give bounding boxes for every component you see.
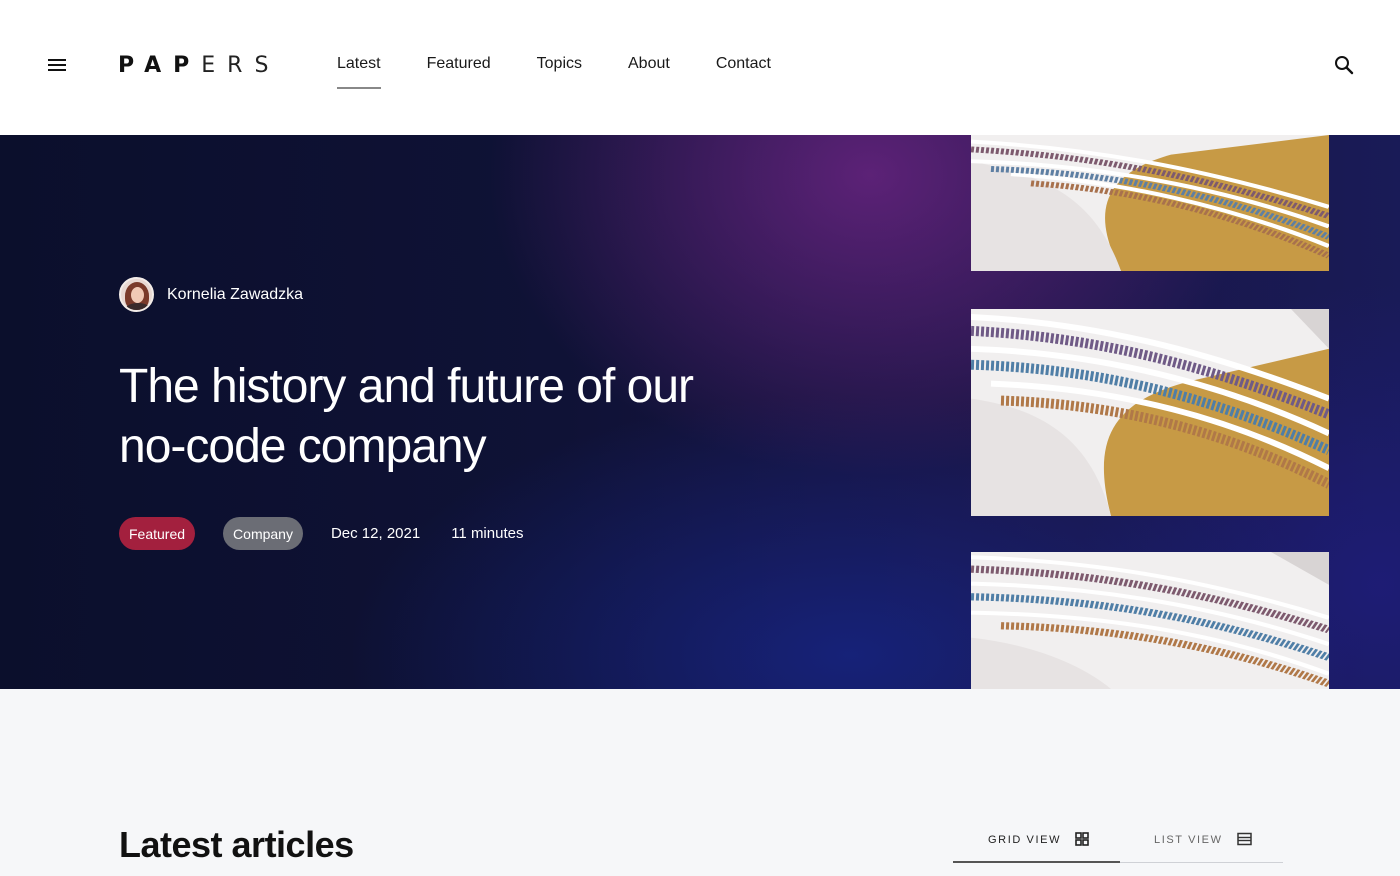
article-thumbnail-2[interactable]: [971, 309, 1329, 516]
latest-section: Latest articles GRID VIEW LIST VIEW: [0, 689, 1400, 876]
article-thumbnail-1[interactable]: [971, 135, 1329, 271]
article-meta: Featured Company Dec 12, 2021 11 minutes: [119, 517, 523, 550]
avatar: [119, 277, 154, 312]
nav-contact[interactable]: Contact: [716, 52, 771, 76]
nav-about[interactable]: About: [628, 52, 670, 76]
library-image: [971, 552, 1329, 689]
search-icon: [1335, 56, 1354, 75]
nav-featured[interactable]: Featured: [427, 52, 491, 76]
list-view-tab[interactable]: LIST VIEW: [1120, 830, 1283, 863]
hamburger-icon-line: [48, 59, 66, 61]
nav-latest[interactable]: Latest: [337, 52, 381, 89]
search-button[interactable]: [1333, 54, 1355, 76]
logo-bold: PAP: [118, 52, 202, 78]
list-view-label: LIST VIEW: [1154, 834, 1223, 846]
read-time: 11 minutes: [451, 525, 524, 542]
article-date: Dec 12, 2021: [330, 525, 421, 542]
featured-badge[interactable]: Featured: [119, 517, 196, 550]
company-badge[interactable]: Company: [223, 517, 303, 550]
logo-light: ERS: [201, 52, 281, 78]
grid-view-tab[interactable]: GRID VIEW: [953, 830, 1120, 863]
article-title-line1: The history and future of our: [119, 360, 694, 413]
library-image: [971, 309, 1329, 516]
article-title[interactable]: The history and future of our no-code co…: [119, 357, 759, 477]
site-header: PAP ERS Latest Featured Topics About Cont…: [0, 0, 1400, 135]
menu-button[interactable]: [47, 57, 67, 73]
hamburger-icon-line: [48, 64, 66, 66]
main-nav: Latest Featured Topics About Contact: [337, 52, 817, 89]
view-switch: GRID VIEW LIST VIEW: [953, 830, 1283, 863]
nav-topics[interactable]: Topics: [537, 52, 582, 76]
article-thumbnail-3[interactable]: [971, 552, 1329, 689]
hero-featured-article[interactable]: Kornelia Zawadzka The history and future…: [0, 135, 1400, 689]
section-title: Latest articles: [119, 824, 354, 865]
author-name[interactable]: Kornelia Zawadzka: [167, 286, 303, 304]
hamburger-icon-line: [48, 69, 66, 71]
author[interactable]: Kornelia Zawadzka: [119, 277, 303, 312]
article-title-line2: no-code company: [119, 420, 487, 473]
list-icon: [1236, 832, 1252, 846]
library-image: [971, 135, 1329, 271]
site-logo[interactable]: PAP ERS: [118, 52, 280, 78]
grid-view-label: GRID VIEW: [988, 834, 1062, 846]
grid-icon: [1075, 832, 1089, 846]
